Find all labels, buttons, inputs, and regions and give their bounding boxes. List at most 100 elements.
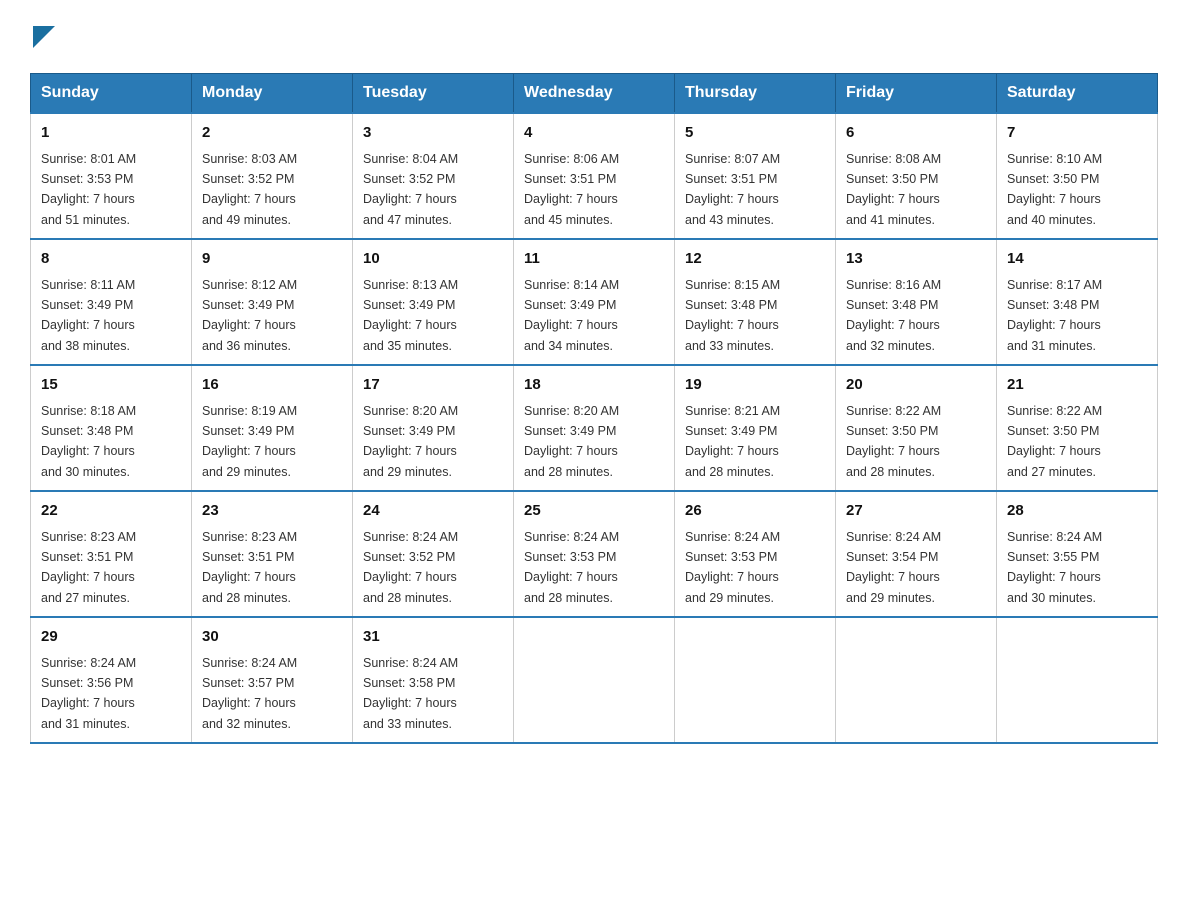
- day-info: Sunrise: 8:19 AMSunset: 3:49 PMDaylight:…: [202, 404, 297, 479]
- day-info: Sunrise: 8:21 AMSunset: 3:49 PMDaylight:…: [685, 404, 780, 479]
- calendar-cell: 1 Sunrise: 8:01 AMSunset: 3:53 PMDaylight…: [31, 113, 192, 239]
- day-info: Sunrise: 8:22 AMSunset: 3:50 PMDaylight:…: [1007, 404, 1102, 479]
- calendar-cell: 28 Sunrise: 8:24 AMSunset: 3:55 PMDayligh…: [997, 491, 1158, 617]
- calendar-cell: 13 Sunrise: 8:16 AMSunset: 3:48 PMDayligh…: [836, 239, 997, 365]
- day-info: Sunrise: 8:15 AMSunset: 3:48 PMDaylight:…: [685, 278, 780, 353]
- calendar-cell: 12 Sunrise: 8:15 AMSunset: 3:48 PMDayligh…: [675, 239, 836, 365]
- weekday-header-thursday: Thursday: [675, 74, 836, 114]
- calendar-cell: 17 Sunrise: 8:20 AMSunset: 3:49 PMDayligh…: [353, 365, 514, 491]
- day-number: 10: [363, 248, 503, 271]
- day-number: 2: [202, 122, 342, 145]
- day-number: 18: [524, 374, 664, 397]
- day-info: Sunrise: 8:17 AMSunset: 3:48 PMDaylight:…: [1007, 278, 1102, 353]
- calendar-cell: 26 Sunrise: 8:24 AMSunset: 3:53 PMDayligh…: [675, 491, 836, 617]
- day-number: 14: [1007, 248, 1147, 271]
- calendar-cell: 20 Sunrise: 8:22 AMSunset: 3:50 PMDayligh…: [836, 365, 997, 491]
- day-info: Sunrise: 8:01 AMSunset: 3:53 PMDaylight:…: [41, 152, 136, 227]
- calendar-cell: 14 Sunrise: 8:17 AMSunset: 3:48 PMDayligh…: [997, 239, 1158, 365]
- day-number: 28: [1007, 500, 1147, 523]
- calendar-cell: 6 Sunrise: 8:08 AMSunset: 3:50 PMDaylight…: [836, 113, 997, 239]
- day-info: Sunrise: 8:24 AMSunset: 3:57 PMDaylight:…: [202, 656, 297, 731]
- day-number: 12: [685, 248, 825, 271]
- calendar-cell: 23 Sunrise: 8:23 AMSunset: 3:51 PMDayligh…: [192, 491, 353, 617]
- day-info: Sunrise: 8:24 AMSunset: 3:55 PMDaylight:…: [1007, 530, 1102, 605]
- day-info: Sunrise: 8:03 AMSunset: 3:52 PMDaylight:…: [202, 152, 297, 227]
- calendar-cell: 5 Sunrise: 8:07 AMSunset: 3:51 PMDaylight…: [675, 113, 836, 239]
- day-number: 3: [363, 122, 503, 145]
- day-number: 23: [202, 500, 342, 523]
- day-info: Sunrise: 8:04 AMSunset: 3:52 PMDaylight:…: [363, 152, 458, 227]
- weekday-header-sunday: Sunday: [31, 74, 192, 114]
- day-number: 30: [202, 626, 342, 649]
- day-number: 11: [524, 248, 664, 271]
- day-number: 27: [846, 500, 986, 523]
- day-info: Sunrise: 8:24 AMSunset: 3:58 PMDaylight:…: [363, 656, 458, 731]
- calendar-cell: 18 Sunrise: 8:20 AMSunset: 3:49 PMDayligh…: [514, 365, 675, 491]
- day-number: 24: [363, 500, 503, 523]
- calendar-cell: [997, 617, 1158, 743]
- logo: [30, 20, 55, 53]
- day-info: Sunrise: 8:06 AMSunset: 3:51 PMDaylight:…: [524, 152, 619, 227]
- day-info: Sunrise: 8:13 AMSunset: 3:49 PMDaylight:…: [363, 278, 458, 353]
- day-info: Sunrise: 8:24 AMSunset: 3:53 PMDaylight:…: [685, 530, 780, 605]
- day-number: 20: [846, 374, 986, 397]
- calendar-cell: 24 Sunrise: 8:24 AMSunset: 3:52 PMDayligh…: [353, 491, 514, 617]
- calendar-week-row: 22Sunrise: 8:23 AMSunset: 3:51 PMDayligh…: [31, 491, 1158, 617]
- day-info: Sunrise: 8:20 AMSunset: 3:49 PMDaylight:…: [363, 404, 458, 479]
- calendar-cell: 4 Sunrise: 8:06 AMSunset: 3:51 PMDaylight…: [514, 113, 675, 239]
- calendar-cell: 10 Sunrise: 8:13 AMSunset: 3:49 PMDayligh…: [353, 239, 514, 365]
- day-info: Sunrise: 8:11 AMSunset: 3:49 PMDaylight:…: [41, 278, 135, 353]
- day-info: Sunrise: 8:10 AMSunset: 3:50 PMDaylight:…: [1007, 152, 1102, 227]
- day-number: 19: [685, 374, 825, 397]
- day-info: Sunrise: 8:24 AMSunset: 3:52 PMDaylight:…: [363, 530, 458, 605]
- calendar-cell: 9Sunrise: 8:12 AMSunset: 3:49 PMDaylight…: [192, 239, 353, 365]
- calendar-cell: 29Sunrise: 8:24 AMSunset: 3:56 PMDayligh…: [31, 617, 192, 743]
- day-number: 5: [685, 122, 825, 145]
- day-number: 13: [846, 248, 986, 271]
- day-info: Sunrise: 8:22 AMSunset: 3:50 PMDaylight:…: [846, 404, 941, 479]
- calendar-cell: 19 Sunrise: 8:21 AMSunset: 3:49 PMDayligh…: [675, 365, 836, 491]
- calendar-header-row: SundayMondayTuesdayWednesdayThursdayFrid…: [31, 74, 1158, 114]
- day-number: 25: [524, 500, 664, 523]
- calendar-cell: 11 Sunrise: 8:14 AMSunset: 3:49 PMDayligh…: [514, 239, 675, 365]
- day-number: 26: [685, 500, 825, 523]
- day-number: 17: [363, 374, 503, 397]
- day-info: Sunrise: 8:18 AMSunset: 3:48 PMDaylight:…: [41, 404, 136, 479]
- day-number: 6: [846, 122, 986, 145]
- day-info: Sunrise: 8:20 AMSunset: 3:49 PMDaylight:…: [524, 404, 619, 479]
- day-number: 21: [1007, 374, 1147, 397]
- day-number: 29: [41, 626, 181, 649]
- calendar-cell: [514, 617, 675, 743]
- day-info: Sunrise: 8:16 AMSunset: 3:48 PMDaylight:…: [846, 278, 941, 353]
- calendar-cell: 27 Sunrise: 8:24 AMSunset: 3:54 PMDayligh…: [836, 491, 997, 617]
- day-info: Sunrise: 8:23 AMSunset: 3:51 PMDaylight:…: [202, 530, 297, 605]
- calendar-cell: [836, 617, 997, 743]
- weekday-header-monday: Monday: [192, 74, 353, 114]
- day-number: 16: [202, 374, 342, 397]
- calendar-cell: 21 Sunrise: 8:22 AMSunset: 3:50 PMDayligh…: [997, 365, 1158, 491]
- calendar-cell: 15Sunrise: 8:18 AMSunset: 3:48 PMDayligh…: [31, 365, 192, 491]
- calendar-cell: 31 Sunrise: 8:24 AMSunset: 3:58 PMDayligh…: [353, 617, 514, 743]
- day-info: Sunrise: 8:08 AMSunset: 3:50 PMDaylight:…: [846, 152, 941, 227]
- day-number: 4: [524, 122, 664, 145]
- logo-arrow-icon: [33, 26, 55, 48]
- day-number: 9: [202, 248, 342, 271]
- day-info: Sunrise: 8:24 AMSunset: 3:54 PMDaylight:…: [846, 530, 941, 605]
- calendar-cell: [675, 617, 836, 743]
- calendar-cell: 30 Sunrise: 8:24 AMSunset: 3:57 PMDayligh…: [192, 617, 353, 743]
- weekday-header-tuesday: Tuesday: [353, 74, 514, 114]
- day-info: Sunrise: 8:07 AMSunset: 3:51 PMDaylight:…: [685, 152, 780, 227]
- day-number: 31: [363, 626, 503, 649]
- day-info: Sunrise: 8:23 AMSunset: 3:51 PMDaylight:…: [41, 530, 136, 605]
- page-header: [30, 20, 1158, 53]
- calendar-cell: 22Sunrise: 8:23 AMSunset: 3:51 PMDayligh…: [31, 491, 192, 617]
- weekday-header-friday: Friday: [836, 74, 997, 114]
- calendar-cell: 8Sunrise: 8:11 AMSunset: 3:49 PMDaylight…: [31, 239, 192, 365]
- day-number: 1: [41, 122, 181, 145]
- day-info: Sunrise: 8:14 AMSunset: 3:49 PMDaylight:…: [524, 278, 619, 353]
- day-number: 7: [1007, 122, 1147, 145]
- weekday-header-saturday: Saturday: [997, 74, 1158, 114]
- weekday-header-wednesday: Wednesday: [514, 74, 675, 114]
- calendar-table: SundayMondayTuesdayWednesdayThursdayFrid…: [30, 73, 1158, 744]
- calendar-cell: 3 Sunrise: 8:04 AMSunset: 3:52 PMDaylight…: [353, 113, 514, 239]
